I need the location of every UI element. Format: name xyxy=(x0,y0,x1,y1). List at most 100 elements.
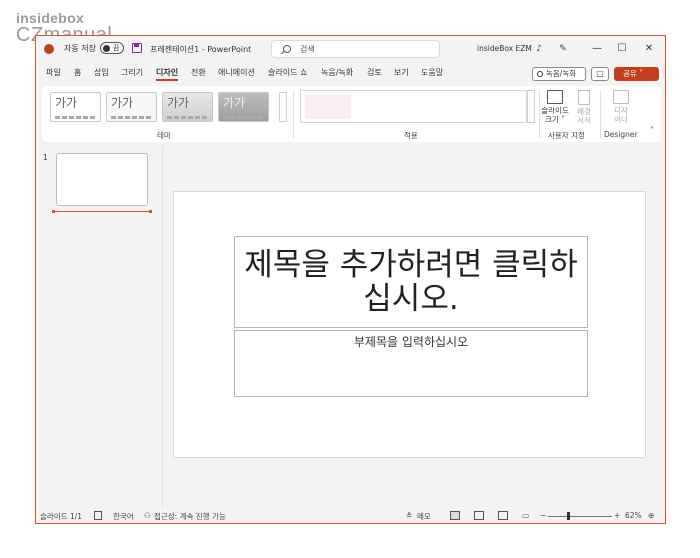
record-button[interactable]: 녹음/녹화 xyxy=(532,67,586,81)
pen-icon[interactable]: ✎ xyxy=(557,43,569,55)
tab-help[interactable]: 도움말 xyxy=(421,67,443,78)
slideshow-view-icon[interactable]: ▭ xyxy=(522,511,529,520)
slide-size-button[interactable]: 슬라이드 크기 ˅ xyxy=(540,90,570,124)
designer-label-2: 이너 xyxy=(614,115,628,124)
search-icon xyxy=(283,45,291,53)
group-label-themes: 테마 xyxy=(157,131,171,140)
theme-swatch xyxy=(167,116,207,119)
document-title: 프레젠테이션1 - PowerPoint xyxy=(150,45,252,54)
group-label-variants: 적용 xyxy=(404,131,418,140)
fit-slide-icon[interactable]: ⊕ xyxy=(648,511,654,520)
subtitle-placeholder[interactable]: 부제목을 입력하십시오 xyxy=(234,330,588,397)
record-icon xyxy=(537,71,543,77)
zoom-in-button[interactable]: + xyxy=(614,511,620,520)
normal-view-icon[interactable] xyxy=(450,511,460,520)
slide-count: 슬라이드 1/1 xyxy=(40,512,83,521)
spelling-check-icon[interactable] xyxy=(94,511,102,520)
status-bar: 슬라이드 1/1 한국어 ⚇ 접근성: 계속 진행 가능 ≙ 메모 ▭ − + … xyxy=(36,508,665,523)
tab-view[interactable]: 보기 xyxy=(394,67,409,78)
theme-option-4[interactable]: 가가 xyxy=(218,92,269,122)
theme-gallery-scroll[interactable] xyxy=(279,92,287,122)
zoom-out-button[interactable]: − xyxy=(540,511,546,520)
format-background-label-1: 배경 xyxy=(577,107,591,116)
group-label-customize: 사용자 지정 xyxy=(548,131,585,140)
toggle-knob xyxy=(103,45,110,52)
group-label-designer: Designer xyxy=(604,130,638,139)
tab-design[interactable]: 디자인 xyxy=(156,67,179,81)
variants-gallery[interactable] xyxy=(300,90,527,123)
tab-draw[interactable]: 그리기 xyxy=(121,67,143,78)
variants-scroll[interactable] xyxy=(527,90,535,123)
maximize-button[interactable]: ☐ xyxy=(614,41,630,57)
theme-swatch xyxy=(223,116,263,119)
slide-thumbnails-pane: 1 xyxy=(36,146,162,508)
tab-recording[interactable]: 녹음/녹화 xyxy=(321,67,353,78)
minimize-button[interactable]: — xyxy=(589,41,605,57)
designer-icon xyxy=(613,90,629,104)
autosave-toggle[interactable]: 끔 xyxy=(100,42,124,54)
title-placeholder-text: 제목을 추가하려면 클릭하십시오. xyxy=(244,247,578,317)
toggle-state: 끔 xyxy=(113,44,120,52)
slide-size-label-1: 슬라이드 xyxy=(541,106,569,115)
thumbnail-number: 1 xyxy=(43,153,48,162)
autosave-label: 자동 저장 xyxy=(64,44,96,53)
theme-option-2[interactable]: 가가 xyxy=(106,92,157,122)
reading-view-icon[interactable] xyxy=(498,511,508,520)
format-background-button[interactable]: 배경 서식 xyxy=(573,90,595,125)
accessibility-status[interactable]: 접근성: 계속 진행 가능 xyxy=(154,511,226,522)
microphone-icon[interactable]: ♪ xyxy=(533,43,545,55)
pane-splitter[interactable] xyxy=(162,146,163,508)
slide-sorter-icon[interactable] xyxy=(474,511,484,520)
slide-size-label-2: 크기 ˅ xyxy=(545,115,565,124)
tab-file[interactable]: 파일 xyxy=(46,67,61,78)
zoom-slider-thumb[interactable] xyxy=(567,512,570,520)
variant-swatch[interactable] xyxy=(305,95,351,119)
search-input[interactable]: 검색 xyxy=(271,40,440,58)
share-label: 공유 xyxy=(623,69,637,78)
notes-icon[interactable]: ≙ xyxy=(406,511,412,520)
theme-swatch xyxy=(111,116,151,119)
title-bar: 자동 저장 끔 프레젠테이션1 - PowerPoint 검색 insideBo… xyxy=(36,36,665,62)
collapse-ribbon-icon[interactable]: ˅ xyxy=(650,126,654,135)
ribbon-separator xyxy=(293,90,294,138)
close-button[interactable]: ✕ xyxy=(641,41,657,57)
record-label: 녹음/녹화 xyxy=(546,69,577,78)
subtitle-placeholder-text: 부제목을 입력하십시오 xyxy=(353,335,469,349)
tab-transitions[interactable]: 전환 xyxy=(191,67,206,78)
title-placeholder[interactable]: 제목을 추가하려면 클릭하십시오. xyxy=(234,236,588,328)
theme-option-3[interactable]: 가가 xyxy=(162,92,213,122)
zoom-level[interactable]: 62% xyxy=(625,511,642,520)
language-indicator[interactable]: 한국어 xyxy=(113,511,134,522)
theme-sample-text: 가가 xyxy=(223,96,246,110)
theme-sample-text: 가가 xyxy=(167,96,190,110)
tab-slideshow[interactable]: 슬라이드 쇼 xyxy=(268,67,307,78)
theme-office[interactable]: 가가 xyxy=(50,92,101,122)
theme-sample-text: 가가 xyxy=(111,96,134,110)
notes-button[interactable]: 메모 xyxy=(417,511,431,522)
account-name[interactable]: insideBox EZM xyxy=(477,44,532,53)
tab-review[interactable]: 검토 xyxy=(367,67,382,78)
design-ribbon: 가가 가가 가가 가가 테마 적용 슬라이드 크기 ˅ 배경 서식 사용자 지정… xyxy=(42,86,661,142)
slide-canvas: 제목을 추가하려면 클릭하십시오. 부제목을 입력하십시오 xyxy=(173,191,646,458)
designer-label-1: 디자 xyxy=(614,106,628,115)
thumbnail-insertion-marker xyxy=(52,210,152,213)
slide-thumbnail[interactable] xyxy=(56,153,148,206)
theme-sample-text: 가가 xyxy=(55,96,78,110)
search-placeholder: 검색 xyxy=(300,45,315,54)
powerpoint-logo-icon xyxy=(44,44,54,54)
powerpoint-window: 자동 저장 끔 프레젠테이션1 - PowerPoint 검색 insideBo… xyxy=(35,35,666,524)
designer-button[interactable]: 디자 이너 xyxy=(607,90,635,124)
zoom-slider-track[interactable] xyxy=(548,516,612,517)
tab-insert[interactable]: 삽입 xyxy=(94,67,109,78)
share-button[interactable]: 공유 ˅ xyxy=(614,67,659,81)
format-background-icon xyxy=(578,90,590,105)
slide-size-icon xyxy=(547,90,563,104)
accessibility-icon[interactable]: ⚇ xyxy=(144,511,151,520)
format-background-label-2: 서식 xyxy=(577,116,591,125)
theme-swatch xyxy=(55,116,95,119)
tab-home[interactable]: 홈 xyxy=(74,67,81,78)
ribbon-separator xyxy=(600,90,601,138)
comment-button[interactable]: □ xyxy=(591,67,609,81)
tab-animations[interactable]: 애니메이션 xyxy=(218,67,255,78)
save-icon[interactable] xyxy=(132,43,142,53)
